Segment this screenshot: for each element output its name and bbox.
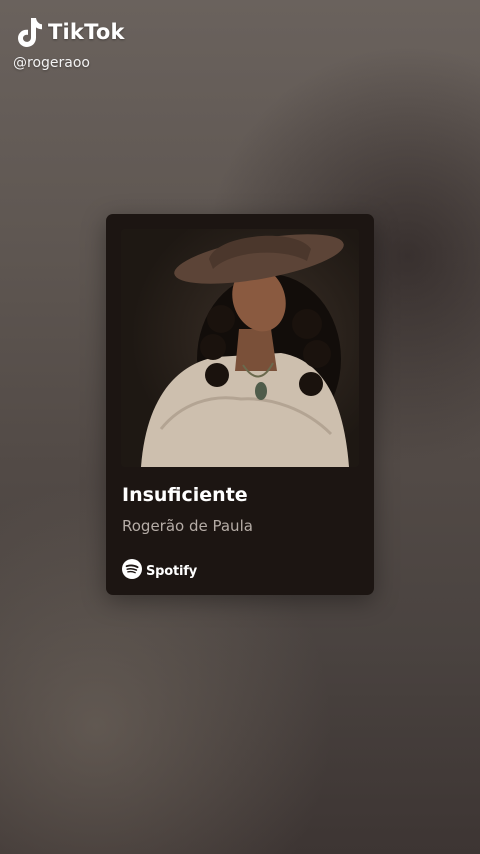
track-title: Insuficiente	[122, 484, 248, 506]
creator-handle: @rogeraoo	[13, 55, 90, 71]
album-cover-photo	[121, 229, 359, 467]
spotify-wordmark: Spotify	[146, 563, 197, 579]
tiktok-note-icon	[14, 16, 42, 48]
spotify-icon	[122, 559, 142, 583]
track-artist: Rogerão de Paula	[122, 517, 253, 535]
tiktok-logo: TikTok	[14, 16, 125, 48]
spotify-brand: Spotify	[122, 559, 197, 583]
spotify-track-card[interactable]: Insuficiente Rogerão de Paula Spotify	[106, 214, 374, 595]
tiktok-wordmark: TikTok	[48, 20, 125, 44]
